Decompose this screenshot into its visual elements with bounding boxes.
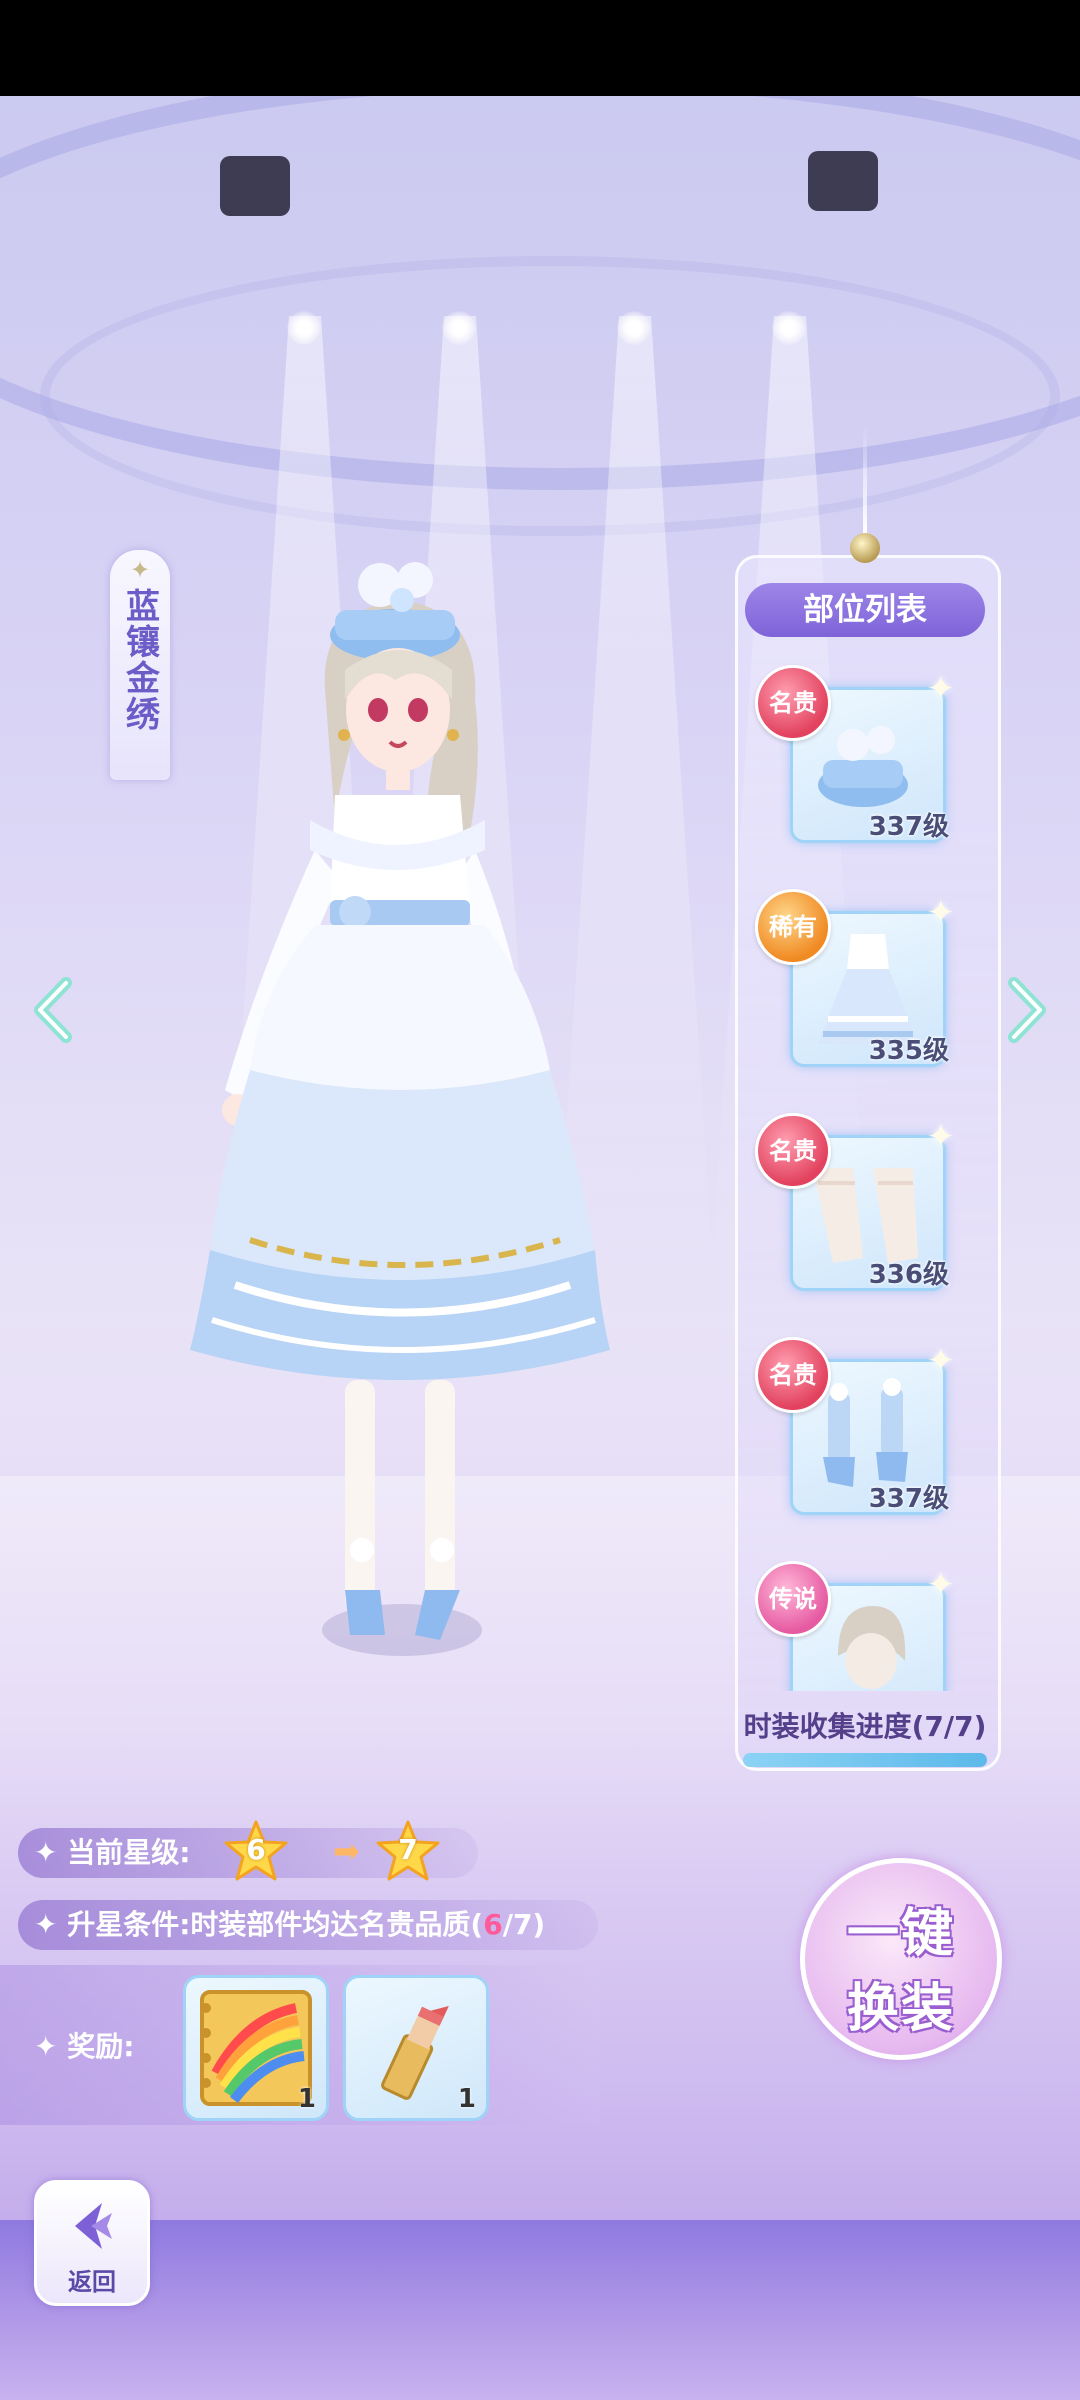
rarity-badge: 名贵 — [755, 1337, 831, 1413]
upgrade-current-count: 6 — [483, 1908, 503, 1941]
rarity-badge: 稀有 — [755, 889, 831, 965]
part-level: 335级 — [868, 1036, 949, 1066]
sparkle-icon: ✦ — [926, 1565, 956, 1605]
sparkle-icon: ✦ — [926, 1341, 956, 1381]
reward-count: 1 — [457, 2084, 476, 2114]
reward-item-sketchbook[interactable]: 1 — [183, 1975, 329, 2121]
rarity-badge: 传说 — [755, 1561, 831, 1637]
part-item-dress[interactable]: 稀有 ✦ 335级 — [755, 889, 955, 1069]
star-level-row: ✦ 当前星级: 6 ➡ 7 — [18, 1820, 478, 1881]
part-item-hat[interactable]: 名贵 ✦ 337级 — [755, 665, 955, 845]
part-level: 337级 — [868, 1484, 949, 1514]
panel-jewel-icon — [850, 533, 880, 563]
part-item-stockings[interactable]: 名贵 ✦ 336级 — [755, 1113, 955, 1293]
part-item-shoes[interactable]: 名贵 ✦ 337级 — [755, 1337, 955, 1517]
sparkle-icon: ✦ — [926, 1117, 956, 1157]
next-outfit-arrow-icon[interactable] — [1004, 975, 1050, 1045]
bottom-band — [0, 2220, 1080, 2400]
upgrade-label: 升星条件: — [67, 1908, 191, 1941]
one-key-dress-up-button[interactable]: 一键 换装 — [800, 1858, 1002, 2060]
parts-panel-title: 部位列表 — [745, 583, 985, 637]
collection-progress-label: 时装收集进度(7/7) — [743, 1710, 987, 1743]
rarity-badge: 名贵 — [755, 1113, 831, 1189]
sparkle-icon: ✦ — [926, 893, 956, 933]
rarity-badge: 名贵 — [755, 665, 831, 741]
reward-count: 1 — [297, 2084, 316, 2114]
previous-outfit-arrow-icon[interactable] — [30, 975, 76, 1045]
part-level: 336级 — [868, 1260, 949, 1290]
arrow-right-icon: ➡ — [333, 1832, 360, 1870]
upgrade-condition-row: ✦ 升星条件:时装部件均达名贵品质(6/7) — [18, 1900, 598, 1950]
part-item-hair[interactable]: 传说 ✦ — [755, 1561, 955, 1691]
current-star-badge: 6 — [223, 1819, 289, 1885]
sparkle-icon: ✦ — [926, 669, 956, 709]
sparkle-icon: ✦ — [34, 2030, 68, 2063]
character-model — [190, 562, 610, 1656]
parts-panel: 部位列表 名贵 ✦ 337级 稀有 ✦ 335级 名贵 ✦ 336级 名贵 ✦ … — [735, 425, 1001, 1771]
sparkle-icon: ✦ — [34, 1908, 68, 1941]
back-arrow-icon — [75, 2203, 112, 2249]
sparkle-icon: ✦ — [34, 1836, 68, 1869]
rewards-label: ✦ 奖励: — [34, 2030, 135, 2063]
upgrade-total-count: /7) — [502, 1908, 546, 1941]
collection-progress-bar — [743, 1753, 987, 1767]
star-level-label: 当前星级: — [67, 1836, 191, 1869]
part-level: 337级 — [868, 812, 949, 842]
upgrade-condition: 时装部件均达名贵品质( — [190, 1908, 484, 1941]
next-star-value: 7 — [398, 1833, 418, 1866]
one-key-button-line2: 换装 — [846, 1979, 955, 2039]
one-key-button-line1: 一键 — [846, 1904, 955, 1964]
current-star-value: 6 — [246, 1833, 266, 1866]
back-button-label: 返回 — [68, 2268, 116, 2296]
next-star-badge: 7 — [375, 1819, 441, 1885]
status-bar — [0, 0, 1080, 96]
reward-item-lipstick[interactable]: 1 — [343, 1975, 489, 2121]
back-button[interactable]: 返回 — [34, 2180, 150, 2306]
